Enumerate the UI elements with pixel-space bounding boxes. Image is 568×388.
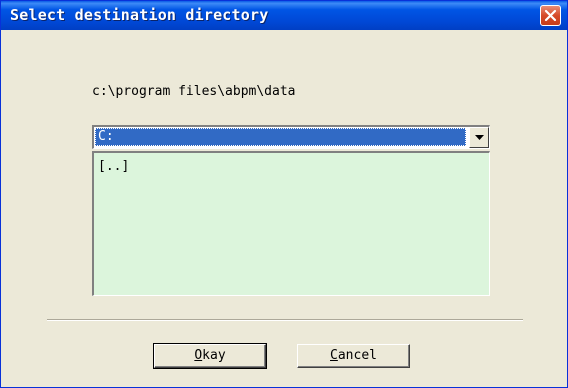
title-bar[interactable]: Select destination directory [1, 1, 567, 30]
okay-button[interactable]: Okay [153, 343, 267, 369]
chevron-down-icon [475, 135, 484, 140]
directory-list-item[interactable]: [..] [98, 159, 129, 174]
dialog-window: Select destination directory c:\program … [0, 0, 568, 388]
cancel-button[interactable]: Cancel [297, 344, 410, 368]
directory-list[interactable]: [..] [92, 151, 490, 296]
window-title: Select destination directory [10, 6, 269, 24]
drive-select[interactable]: C: [92, 125, 490, 149]
drive-dropdown-button[interactable] [469, 127, 489, 148]
close-button[interactable] [540, 5, 561, 26]
cancel-button-label: Cancel [330, 348, 377, 363]
current-path-label: c:\program files\abpm\data [92, 84, 296, 99]
divider [47, 319, 523, 321]
drive-select-value[interactable]: C: [95, 128, 466, 146]
close-icon [544, 9, 557, 22]
okay-button-label: Okay [194, 348, 226, 363]
